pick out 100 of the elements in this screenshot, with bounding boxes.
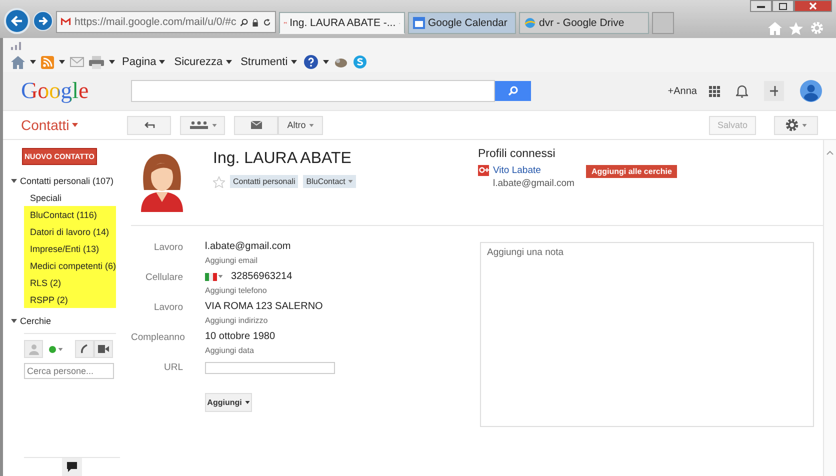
envelope-icon xyxy=(250,121,262,129)
caret-icon[interactable] xyxy=(30,60,36,64)
scroll-up-icon[interactable] xyxy=(826,150,834,155)
printer-icon[interactable] xyxy=(89,56,104,68)
caret-icon xyxy=(244,401,250,404)
field-label: Lavoro xyxy=(152,241,183,255)
chat-bubble-icon xyxy=(67,462,77,472)
url-field[interactable] xyxy=(205,362,335,374)
back-button[interactable] xyxy=(4,8,30,34)
browser-tab[interactable]: Google Calendar xyxy=(408,12,516,34)
video-button[interactable] xyxy=(94,340,113,358)
caret-icon xyxy=(226,60,232,64)
search-people-field[interactable]: Cerca persone... xyxy=(24,363,114,379)
field-value: 10 ottobre 1980 xyxy=(205,331,276,342)
settings-icon xyxy=(785,118,799,132)
status-dot-icon xyxy=(49,346,56,352)
add-button[interactable]: Aggiungi xyxy=(205,393,252,412)
search-icon[interactable] xyxy=(240,16,248,28)
add-field-link[interactable]: Aggiungi email xyxy=(205,256,291,265)
star-icon[interactable] xyxy=(213,176,225,188)
status-button[interactable] xyxy=(49,346,63,352)
person-icon xyxy=(28,344,38,354)
browser-tab[interactable]: dvr - Google Drive xyxy=(519,12,649,34)
field-value: VIA ROMA 123 SALERNO xyxy=(205,301,323,312)
add-field-link[interactable]: Aggiungi indirizzo xyxy=(205,316,323,325)
add-field-link[interactable]: Aggiungi telefono xyxy=(205,286,292,295)
group-item[interactable]: RSPP (2) xyxy=(24,291,116,308)
app-menu[interactable]: Contatti xyxy=(21,117,127,133)
people-icon xyxy=(188,121,208,129)
plus-icon xyxy=(770,86,778,96)
group-item[interactable]: Speciali xyxy=(24,189,116,206)
profile-link[interactable]: Vito Labate xyxy=(493,165,541,176)
signal-icon xyxy=(11,42,21,50)
menu-button[interactable]: Sicurezza xyxy=(172,56,234,68)
phone-icon xyxy=(80,344,90,354)
caret-icon xyxy=(802,124,807,126)
home-icon[interactable] xyxy=(11,56,25,68)
country-selector[interactable] xyxy=(205,272,223,280)
phone-button[interactable] xyxy=(75,340,94,358)
group-toggle[interactable]: Contatti personali (107) xyxy=(11,172,114,189)
caret-icon[interactable] xyxy=(109,60,115,64)
minimize-button[interactable] xyxy=(750,0,772,12)
maximize-button[interactable] xyxy=(772,0,794,12)
forward-button[interactable] xyxy=(33,11,53,31)
group-item[interactable]: Datori di lavoro (14) xyxy=(24,223,116,240)
caret-icon xyxy=(212,124,216,126)
flag-icon xyxy=(205,272,217,280)
caret-icon xyxy=(218,275,223,278)
tool-icon[interactable] xyxy=(334,56,348,68)
group-item[interactable]: RLS (2) xyxy=(24,274,116,291)
caret-icon xyxy=(11,318,17,322)
close-window-button[interactable] xyxy=(794,0,832,12)
group-tag[interactable]: BluContact xyxy=(303,175,356,188)
scrollbar[interactable] xyxy=(823,140,836,476)
field-label: Cellulare xyxy=(144,271,183,285)
group-toggle[interactable]: Cerchie xyxy=(11,312,52,329)
note-field[interactable]: Aggiungi una nota xyxy=(480,242,814,427)
add-to-circles-button[interactable]: Aggiungi alle cerchie xyxy=(586,165,677,178)
refresh-icon[interactable] xyxy=(262,16,271,28)
menu-button[interactable]: Strumenti xyxy=(238,56,299,68)
groups-button[interactable] xyxy=(180,116,225,134)
caret-icon[interactable] xyxy=(322,60,329,64)
search-icon xyxy=(508,86,518,96)
caret-icon xyxy=(58,348,63,350)
back-button[interactable] xyxy=(127,116,171,134)
back-arrow-icon xyxy=(10,14,24,28)
search-field[interactable] xyxy=(130,80,495,102)
user-link[interactable]: +Anna xyxy=(668,86,697,96)
address-bar[interactable]: https://mail.google.com/mail/u/0/#c xyxy=(56,11,276,33)
minimize-icon xyxy=(757,4,765,8)
group-item[interactable]: Medici competenti (6) xyxy=(24,257,116,274)
share-plus-button[interactable] xyxy=(764,81,784,101)
group-item[interactable]: Imprese/Enti (13) xyxy=(24,240,116,257)
email-button[interactable] xyxy=(234,116,278,134)
apps-grid-icon[interactable] xyxy=(709,86,720,96)
caret-icon xyxy=(72,123,78,127)
menu-button[interactable]: Pagina xyxy=(120,56,168,68)
group-item[interactable]: BluContact (116) xyxy=(24,206,116,223)
lock-icon xyxy=(252,16,259,28)
field-label: Compleanno xyxy=(131,331,183,345)
browser-tab[interactable]: Ing. LAURA ABATE -... xyxy=(279,12,405,34)
add-field-link[interactable]: Aggiungi data xyxy=(205,346,276,355)
group-tag[interactable]: Contatti personali xyxy=(230,175,298,188)
video-camera-icon xyxy=(98,345,109,353)
mail-icon xyxy=(61,17,71,27)
field-value: 32856963214 xyxy=(231,271,292,282)
skype-icon[interactable] xyxy=(352,55,367,69)
caret-icon[interactable] xyxy=(59,60,65,64)
more-button[interactable]: Altro xyxy=(278,116,323,134)
reply-arrow-icon xyxy=(144,122,154,128)
settings-button[interactable] xyxy=(774,116,818,134)
help-icon[interactable] xyxy=(304,55,318,69)
avatar-icon[interactable] xyxy=(800,80,822,102)
star-icon[interactable] xyxy=(789,22,803,34)
bell-icon[interactable] xyxy=(736,84,748,98)
chat-button[interactable] xyxy=(62,458,82,476)
forward-arrow-icon xyxy=(38,16,48,26)
globe-icon xyxy=(524,17,536,29)
profile-email: l.abate@gmail.com xyxy=(493,178,574,189)
search-button[interactable] xyxy=(494,81,531,101)
